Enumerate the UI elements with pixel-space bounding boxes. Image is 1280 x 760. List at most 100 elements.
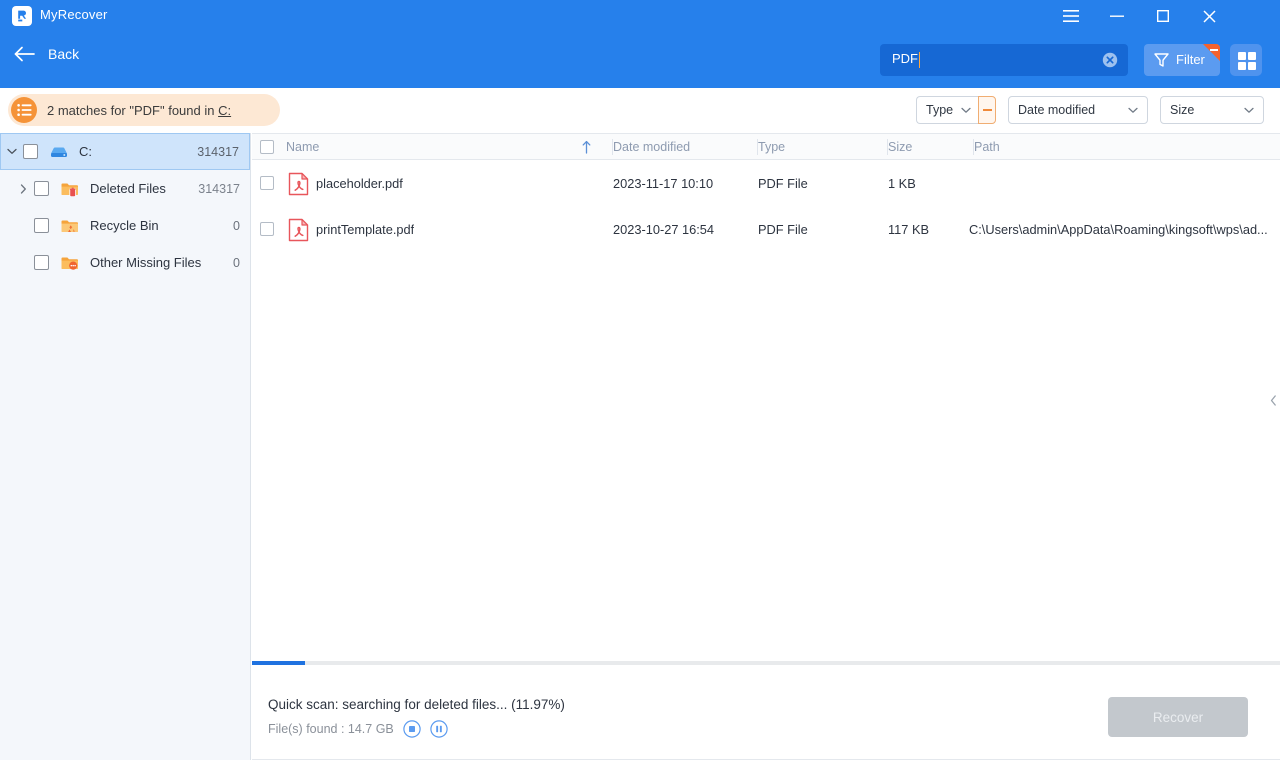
- minus-icon: [982, 109, 992, 111]
- sidebar-count-recycle-bin: 0: [233, 218, 240, 233]
- grid-square: [1248, 52, 1256, 60]
- sidebar-label-recycle-bin: Recycle Bin: [90, 218, 159, 233]
- scan-progress-track: [252, 661, 1280, 665]
- chevron-left-icon: [1270, 394, 1276, 406]
- cell-date-modified: 2023-11-17 10:10: [613, 175, 714, 191]
- sidebar-checkbox-other-missing-files[interactable]: [34, 255, 49, 270]
- scan-status-text: Quick scan: searching for deleted files.…: [268, 697, 565, 712]
- myrecover-window: MyRecover Back PDF Filter 2 matches for …: [0, 0, 1280, 760]
- maximize-icon[interactable]: [1140, 0, 1186, 32]
- sidebar-count-deleted-files: 314317: [198, 181, 240, 196]
- row-checkbox[interactable]: [260, 222, 274, 236]
- search-input[interactable]: PDF: [880, 44, 1128, 76]
- folder-deleted-icon: [60, 179, 80, 199]
- table-row[interactable]: printTemplate.pdf 2023-10-27 16:54 PDF F…: [252, 206, 1280, 252]
- title-bar: MyRecover: [0, 0, 1280, 32]
- chevron-down-icon[interactable]: [1, 148, 23, 155]
- column-header-path[interactable]: Path: [973, 134, 1000, 160]
- cell-date-modified: 2023-10-27 16:54: [613, 221, 715, 237]
- sidebar-item-other-missing-files[interactable]: Other Missing Files 0: [0, 244, 250, 281]
- column-header-size[interactable]: Size: [886, 134, 912, 160]
- app-title: MyRecover: [40, 7, 108, 22]
- grid-square: [1238, 52, 1246, 60]
- column-header-type[interactable]: Type: [756, 134, 785, 160]
- sidebar-count-c-drive: 314317: [197, 144, 239, 159]
- pdf-file-icon: [288, 172, 310, 196]
- files-found-text: File(s) found : 14.7 GB: [268, 722, 394, 736]
- chevron-right-icon[interactable]: [12, 183, 34, 194]
- scan-progress-fill: [252, 661, 306, 665]
- row-checkbox[interactable]: [260, 176, 274, 190]
- sidebar-item-c-drive[interactable]: C: 314317: [0, 133, 250, 170]
- filter-pill-date-label: Date modified: [1018, 103, 1096, 117]
- back-label: Back: [48, 46, 80, 62]
- chevron-down-icon: [953, 101, 971, 119]
- app-header: MyRecover Back PDF Filter: [0, 0, 1280, 88]
- sort-ascending-arrow-icon[interactable]: [582, 140, 591, 159]
- back-button[interactable]: Back: [14, 46, 79, 62]
- cell-type: PDF File: [758, 221, 808, 237]
- list-lines-icon: [11, 97, 37, 123]
- search-result-location-link[interactable]: C:: [218, 103, 231, 118]
- stop-circle-icon[interactable]: [403, 720, 421, 738]
- folder-other-icon: [60, 253, 80, 273]
- column-header-name[interactable]: Name: [286, 134, 319, 160]
- grid-view-icon[interactable]: [1230, 44, 1262, 76]
- text-caret: [919, 52, 920, 68]
- table-header-row: Name Date modified Type Size Path: [252, 133, 1280, 160]
- cell-size: 1 KB: [888, 175, 916, 191]
- filter-pill-type-remove-button[interactable]: [978, 96, 996, 124]
- filter-badge-corner: [1203, 44, 1220, 61]
- sidebar-item-recycle-bin[interactable]: Recycle Bin 0: [0, 207, 250, 244]
- sidebar-label-c-drive: C:: [79, 144, 92, 159]
- sidebar-item-deleted-files[interactable]: Deleted Files 314317: [0, 170, 250, 207]
- filter-badge-dash: [1210, 49, 1218, 51]
- search-input-value: PDF: [892, 51, 918, 66]
- collapse-panel-button[interactable]: [1266, 380, 1280, 420]
- cell-name: placeholder.pdf: [316, 175, 403, 191]
- filter-pill-type[interactable]: Type: [916, 96, 978, 124]
- search-result-text: 2 matches for "PDF" found in C:: [47, 103, 231, 118]
- sidebar-checkbox-recycle-bin[interactable]: [34, 218, 49, 233]
- chevron-down-icon: [1230, 101, 1254, 119]
- sidebar-label-other-missing-files: Other Missing Files: [90, 255, 202, 270]
- hamburger-menu-icon[interactable]: [1048, 0, 1094, 32]
- table-row[interactable]: placeholder.pdf 2023-11-17 10:10 PDF Fil…: [252, 160, 1280, 206]
- sidebar-count-other-missing-files: 0: [233, 255, 240, 270]
- cell-size: 117 KB: [888, 221, 930, 237]
- pdf-file-icon: [288, 218, 310, 242]
- hard-drive-icon: [49, 142, 69, 162]
- filter-label: Filter: [1176, 52, 1205, 67]
- myrecover-logo-icon: [12, 6, 32, 26]
- pause-circle-icon[interactable]: [430, 720, 448, 738]
- filter-button[interactable]: Filter: [1144, 44, 1220, 76]
- scan-status-bar: Quick scan: searching for deleted files.…: [252, 660, 1280, 760]
- filter-pill-date-modified[interactable]: Date modified: [1008, 96, 1148, 124]
- location-sidebar: C: 314317 Deleted Files 314317 Recycle B…: [0, 133, 251, 760]
- filter-pill-row: Type Date modified Size: [916, 96, 1264, 124]
- arrow-left-icon: [14, 46, 35, 62]
- grid-square: [1238, 62, 1246, 70]
- cell-name: printTemplate.pdf: [316, 221, 415, 237]
- grid-square: [1248, 62, 1256, 70]
- search-result-prefix: 2 matches for "PDF" found in: [47, 102, 219, 118]
- close-icon[interactable]: [1186, 0, 1232, 32]
- scan-substatus-row: File(s) found : 14.7 GB: [268, 720, 448, 738]
- clear-circle-icon[interactable]: [1102, 52, 1118, 68]
- logo-glyph: [18, 10, 27, 22]
- search-result-banner: 2 matches for "PDF" found in C:: [8, 94, 280, 126]
- sidebar-checkbox-c-drive[interactable]: [23, 144, 38, 159]
- select-all-checkbox[interactable]: [260, 140, 274, 154]
- funnel-icon: [1154, 53, 1169, 67]
- filter-pill-size[interactable]: Size: [1160, 96, 1264, 124]
- column-header-date-modified[interactable]: Date modified: [611, 134, 690, 160]
- minimize-icon[interactable]: [1094, 0, 1140, 32]
- sidebar-checkbox-deleted-files[interactable]: [34, 181, 49, 196]
- recover-button[interactable]: Recover: [1108, 697, 1248, 737]
- chevron-down-icon: [1114, 101, 1138, 119]
- file-list-table: Name Date modified Type Size Path placeh…: [252, 133, 1280, 660]
- cell-type: PDF File: [758, 175, 808, 191]
- filter-pill-size-label: Size: [1170, 103, 1195, 117]
- cell-path: C:\Users\admin\AppData\Roaming\kingsoft\…: [969, 221, 1268, 237]
- recycle-bin-icon: [60, 216, 80, 236]
